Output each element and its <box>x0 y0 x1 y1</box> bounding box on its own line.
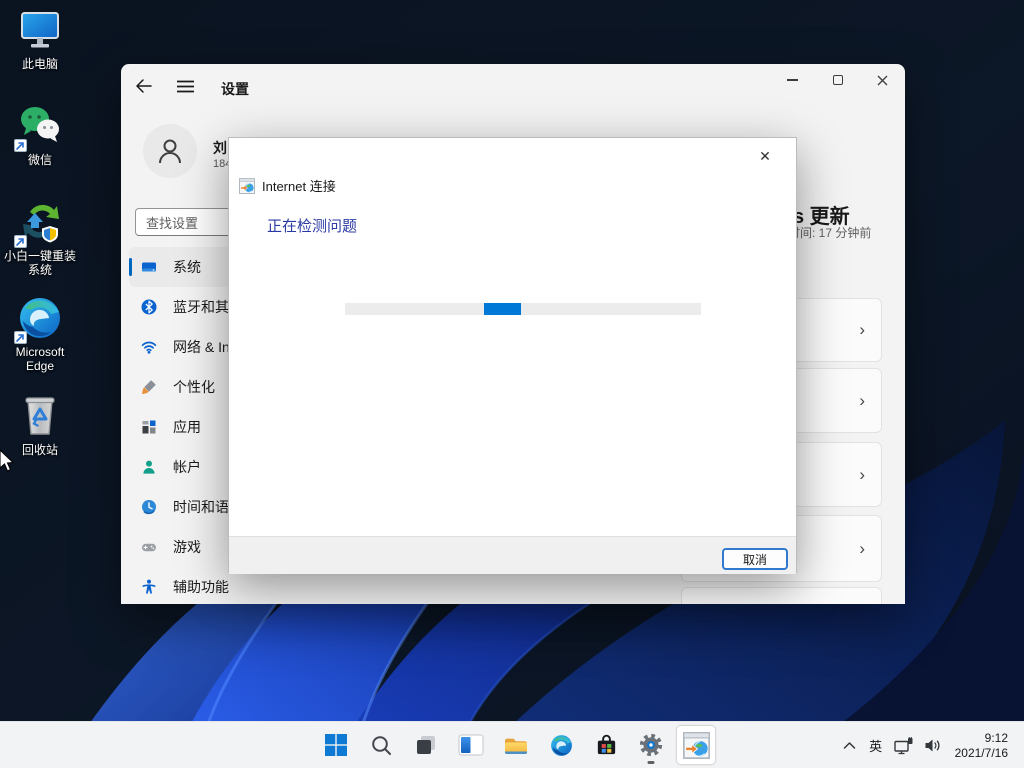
internet-connection-icon <box>239 178 255 194</box>
chevron-right-icon: › <box>859 465 865 485</box>
progress-bar <box>345 303 701 315</box>
internet-connection-icon <box>683 732 710 759</box>
desktop-icon-label-line2: 系统 <box>0 263 80 277</box>
running-indicator <box>648 761 655 764</box>
desktop-icon-label-line1: 小白一键重装 <box>0 249 80 263</box>
wifi-icon <box>141 339 157 355</box>
dialog-footer: 取消 <box>229 536 796 574</box>
edge-taskbar-button[interactable] <box>541 725 581 765</box>
desktop-icon-label: 微信 <box>0 153 80 167</box>
ime-indicator[interactable]: 英 <box>863 731 889 761</box>
window-close-button[interactable] <box>860 64 905 96</box>
task-view-button[interactable] <box>406 725 446 765</box>
hamburger-menu-button[interactable] <box>177 80 194 98</box>
back-button[interactable] <box>135 78 155 96</box>
task-view-icon <box>414 733 438 757</box>
desktop-icon-edge[interactable]: Microsoft Edge <box>0 294 80 373</box>
reinstall-tool-icon <box>16 198 64 246</box>
gear-icon <box>638 732 664 758</box>
troubleshooter-taskbar-button[interactable] <box>676 725 716 765</box>
tray-date: 2021/7/16 <box>955 746 1008 761</box>
mouse-cursor <box>0 449 16 473</box>
start-button[interactable] <box>316 725 356 765</box>
search-icon <box>370 734 393 757</box>
maximize-icon <box>833 75 843 85</box>
sidebar-item-label: 系统 <box>173 257 201 277</box>
wechat-icon <box>16 102 64 150</box>
sidebar-item-label: 蓝牙和其 <box>173 297 229 317</box>
folder-icon <box>503 733 529 757</box>
shortcut-arrow-icon <box>14 139 27 152</box>
internet-connection-troubleshooter-dialog: ✕ Internet 连接 正在检测问题 取消 <box>228 137 797 573</box>
desktop-icon-label-line2: Edge <box>0 359 80 373</box>
clock-icon <box>141 499 157 515</box>
this-pc-icon <box>16 6 64 54</box>
chevron-right-icon: › <box>859 539 865 559</box>
avatar[interactable] <box>143 124 197 178</box>
network-tray-button[interactable] <box>889 731 919 761</box>
chevron-right-icon: › <box>859 391 865 411</box>
taskbar: 英 9:12 2021/7/16 <box>0 721 1024 768</box>
desktop-icon-label: 此电脑 <box>0 57 80 71</box>
search-button[interactable] <box>361 725 401 765</box>
store-bag-icon <box>594 733 619 757</box>
progress-segment <box>484 303 521 315</box>
sidebar-item-label: 时间和语 <box>173 497 229 517</box>
tray-time: 9:12 <box>955 731 1008 746</box>
sidebar-item-label: 游戏 <box>173 537 201 557</box>
chevron-up-icon <box>843 741 856 750</box>
ethernet-icon <box>894 737 914 755</box>
chevron-right-icon: › <box>859 320 865 340</box>
last-checked-fragment: 时间: 17 分钟前 <box>788 224 871 241</box>
brush-icon <box>141 379 157 395</box>
cancel-button[interactable]: 取消 <box>722 548 788 570</box>
dialog-close-button[interactable]: ✕ <box>752 144 778 168</box>
minimize-button[interactable] <box>770 64 815 96</box>
widgets-icon <box>458 733 484 757</box>
settings-taskbar-button[interactable] <box>631 725 671 765</box>
account-person-icon <box>141 459 157 475</box>
selected-indicator <box>129 258 132 276</box>
settings-card[interactable] <box>681 587 882 604</box>
minimize-icon <box>787 79 798 81</box>
speaker-icon <box>924 738 942 753</box>
file-explorer-button[interactable] <box>496 725 536 765</box>
recycle-bin-icon <box>16 392 64 440</box>
widgets-button[interactable] <box>451 725 491 765</box>
shortcut-arrow-icon <box>14 235 27 248</box>
desktop-icon-wechat[interactable]: 微信 <box>0 102 80 167</box>
sidebar-item-label: 网络 & In <box>173 337 230 357</box>
sidebar-item-label: 个性化 <box>173 377 215 397</box>
windows-logo-icon <box>324 733 348 757</box>
microsoft-store-button[interactable] <box>586 725 626 765</box>
person-icon <box>155 136 185 166</box>
bluetooth-icon <box>141 299 157 315</box>
dialog-app-title: Internet 连接 <box>262 176 336 195</box>
sidebar-item-label: 辅助功能 <box>173 577 229 597</box>
window-title: 设置 <box>221 79 249 99</box>
search-placeholder: 查找设置 <box>146 213 198 232</box>
sidebar-item-label: 应用 <box>173 417 201 437</box>
edge-icon <box>549 733 574 758</box>
volume-tray-button[interactable] <box>919 731 947 761</box>
dialog-status-heading: 正在检测问题 <box>267 215 357 236</box>
sidebar-item-label: 帐户 <box>173 457 201 477</box>
edge-icon <box>16 294 64 342</box>
tray-overflow-button[interactable] <box>837 731 863 761</box>
desktop-icon-this-pc[interactable]: 此电脑 <box>0 6 80 71</box>
close-icon: ✕ <box>759 148 771 165</box>
close-icon <box>877 75 888 86</box>
apps-icon <box>141 419 157 435</box>
desktop-icon-xiaobai-reinstall[interactable]: 小白一键重装 系统 <box>0 198 80 277</box>
user-name: 刘 <box>213 138 227 158</box>
clock[interactable]: 9:12 2021/7/16 <box>955 731 1008 761</box>
desktop-icon-recycle-bin[interactable]: 回收站 <box>0 392 80 457</box>
system-icon <box>141 259 157 275</box>
desktop-icon-label-line1: Microsoft <box>0 345 80 359</box>
shortcut-arrow-icon <box>14 331 27 344</box>
gamepad-icon <box>141 539 157 555</box>
accessibility-icon <box>141 579 157 595</box>
maximize-button[interactable] <box>815 64 860 96</box>
